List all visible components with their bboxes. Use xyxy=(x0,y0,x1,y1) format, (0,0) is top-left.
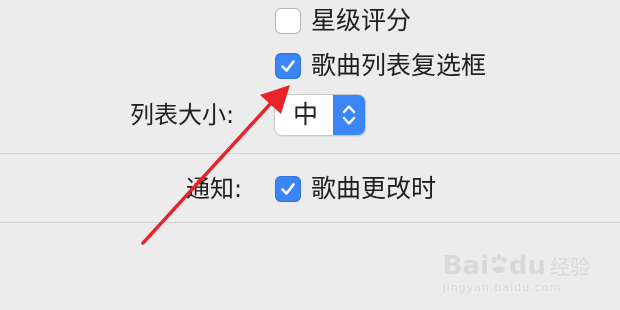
watermark-brand-suffix: du xyxy=(508,251,546,281)
watermark-brand: Bai xyxy=(442,251,489,281)
baidu-watermark: Bai du 经验 jingyan.baidu.com xyxy=(443,251,590,294)
bottom-divider xyxy=(0,222,620,223)
song-change-checkbox[interactable] xyxy=(275,176,301,202)
checkmark-icon xyxy=(281,183,295,195)
paw-icon xyxy=(491,254,507,273)
star-rating-label: 星级评分 xyxy=(311,6,412,35)
star-rating-option[interactable]: 星级评分 xyxy=(275,6,411,36)
watermark-cn: 经验 xyxy=(550,255,590,279)
song-change-label: 歌曲更改时 xyxy=(311,174,437,203)
up-down-chevron-icon xyxy=(342,105,356,125)
watermark-url: jingyan.baidu.com xyxy=(442,281,562,294)
star-rating-checkbox[interactable] xyxy=(275,8,301,34)
notifications-label: 通知: xyxy=(186,175,243,203)
song-list-checkbox[interactable] xyxy=(275,53,301,79)
list-size-value: 中 xyxy=(293,100,319,129)
song-list-checkbox-option[interactable]: 歌曲列表复选框 xyxy=(275,51,486,81)
song-change-option[interactable]: 歌曲更改时 xyxy=(275,174,436,204)
popup-stepper[interactable] xyxy=(333,95,365,135)
list-size-label: 列表大小: xyxy=(130,101,235,129)
section-divider xyxy=(0,153,620,154)
checkmark-icon xyxy=(281,60,295,72)
list-size-popup[interactable]: 中 xyxy=(275,95,365,135)
song-list-checkbox-label: 歌曲列表复选框 xyxy=(311,51,487,80)
